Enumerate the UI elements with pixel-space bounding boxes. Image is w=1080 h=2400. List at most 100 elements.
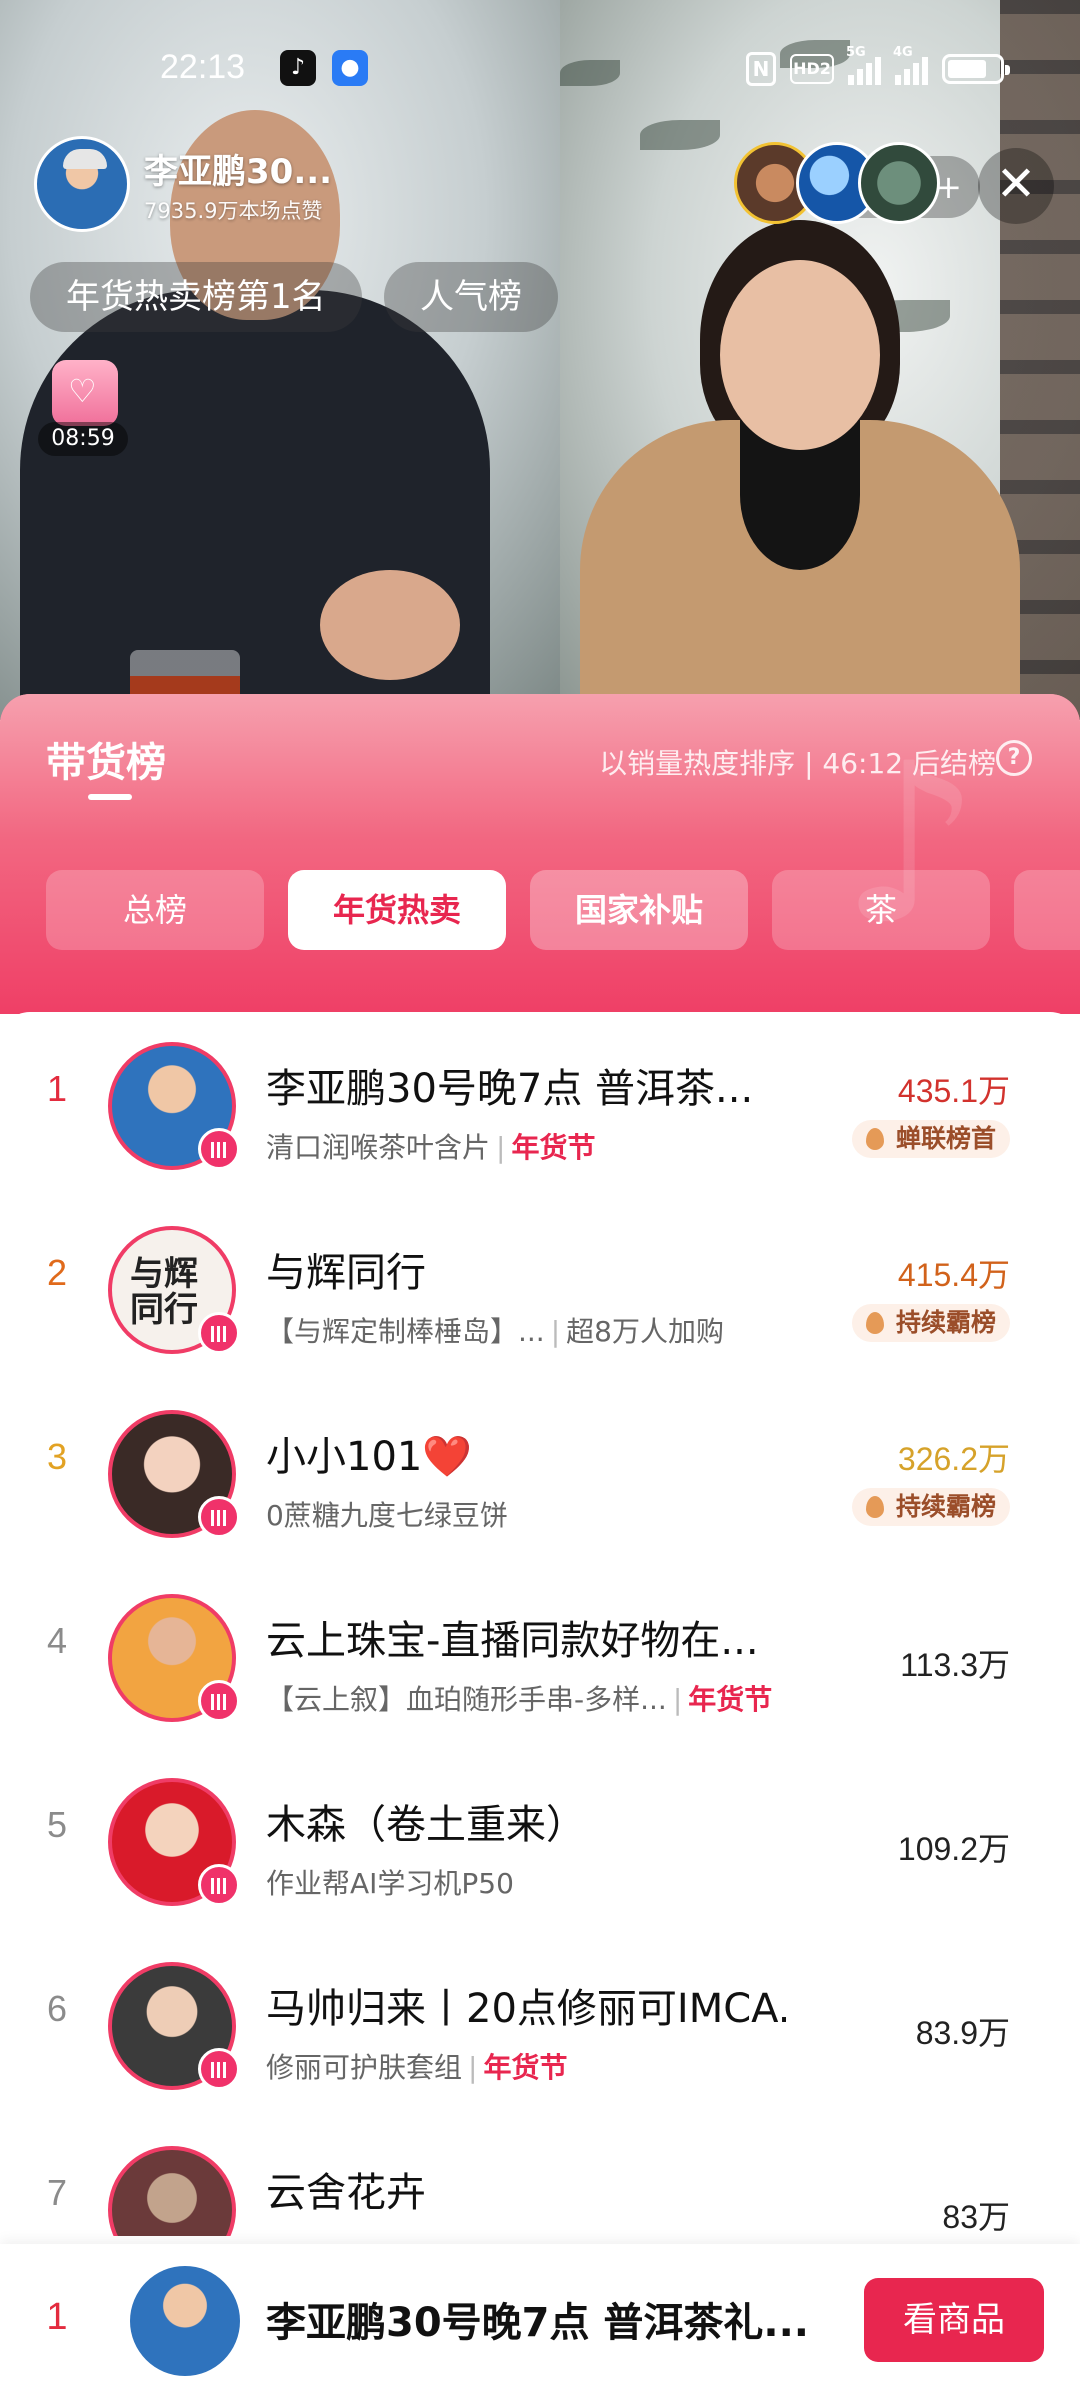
signal-5g-icon: 5G [846,45,881,85]
avatar[interactable] [108,1594,240,1722]
view-products-button[interactable]: 看商品 [864,2278,1044,2362]
avatar[interactable]: 与辉同行 [108,1226,240,1354]
product-line: 【与辉定制棒棰岛】... | 超8万人加购 [266,1315,724,1348]
avatar[interactable] [130,2266,240,2376]
rank-number: 6 [46,1988,68,2029]
tab-national-subsidy[interactable]: 国家补贴 [530,870,748,950]
cart-count: 超8万人加购 [566,1315,724,1348]
rank-badge: 持续霸榜 [851,1304,1010,1342]
live-indicator-icon [198,1864,240,1906]
avatar[interactable] [108,1042,240,1170]
festival-tag: 年货节 [483,2051,568,2084]
top-viewers[interactable] [734,142,940,224]
sales-value: 435.1万 [897,1073,1010,1109]
sales-value: 326.2万 [897,1441,1010,1477]
sales-value: 83.9万 [915,2015,1010,2051]
product-name: 清口润喉茶叶含片 [266,1131,491,1164]
ranking-list: 1 李亚鹏30号晚7点 普洱茶... 清口润喉茶叶含片 | 年货节 435.1万 蝉… [0,1012,1080,2236]
avatar[interactable] [108,1410,240,1538]
tab-more[interactable] [1014,870,1080,950]
gift-countdown: 08:59 [38,422,128,456]
sales-value: 113.3万 [900,1647,1010,1683]
gift-timer[interactable]: 08:59 [38,360,128,460]
product-line: 作业帮AI学习机P50 [266,1862,514,1902]
rank-number: 2 [46,1252,68,1293]
hd-voice-icon: HD2 [790,54,834,84]
likes-count: 7935.9万本场点赞 [144,198,323,223]
streamer-title: 云舍花卉 [266,2170,426,2216]
rank-number: 5 [46,1804,68,1845]
streamer-title: 木森（卷土重来） [266,1802,586,1848]
product-name: 【与辉定制棒棰岛】... [266,1315,545,1348]
message-app-icon: ● [332,50,368,86]
list-item[interactable]: 3 小小101❤️ 0蔗糖九度七绿豆饼 326.2万 持续霸榜 [0,1380,1080,1564]
avatar[interactable] [108,1962,240,2090]
gift-icon[interactable] [52,360,118,426]
product-line: 修丽可护肤套组 | 年货节 [266,2051,568,2084]
product-line: 0蔗糖九度七绿豆饼 [266,1494,508,1534]
rank-tag-hot-sale[interactable]: 年货热卖榜第1名 [30,262,362,332]
rank-badge: 蝉联榜首 [851,1120,1010,1158]
list-item[interactable]: 7 云舍花卉 83万 [0,2116,1080,2236]
product-name: 修丽可护肤套组 [266,2051,463,2084]
sales-value: 109.2万 [897,1831,1010,1867]
streamer-title: 小小101❤️ [266,1434,473,1480]
status-bar: 22:13 ♪ ● N HD2 5G 4G [0,40,1080,100]
signal-4g-icon: 4G [893,45,928,85]
product-line: 【云上叙】血珀随形手串-多样... | 年货节 [266,1683,773,1716]
tiktok-icon: ♪ [280,50,316,86]
live-video[interactable] [0,0,1080,720]
status-time: 22:13 [160,48,246,86]
tab-overall[interactable]: 总榜 [46,870,264,950]
live-indicator-icon [198,2048,240,2090]
list-item[interactable]: 2 与辉同行 与辉同行 【与辉定制棒棰岛】... | 超8万人加购 415.4万 持… [0,1196,1080,1380]
ranking-sheet: ♪ 带货榜 以销量热度排序 | 46:12 后结榜 ? 总榜 年货热卖 国家补贴… [0,694,1080,2400]
current-stream-bar[interactable]: 1 李亚鹏30号晚7点 普洱茶礼... 看商品 [0,2244,1080,2400]
festival-tag: 年货节 [688,1683,773,1716]
ranking-title: 带货榜 [46,740,166,786]
host-female [580,220,1020,720]
live-indicator-icon [198,1312,240,1354]
close-icon[interactable]: ✕ [978,148,1054,224]
tab-tea[interactable]: 茶 [772,870,990,950]
rank-number: 1 [46,2296,68,2338]
streamer-name: 李亚鹏30... [144,151,333,192]
streamer-avatar[interactable] [34,136,130,232]
rank-number: 4 [46,1620,68,1661]
sales-value: 415.4万 [897,1257,1010,1293]
viewer-avatar[interactable] [858,142,940,224]
live-indicator-icon [198,1680,240,1722]
streamer-profile[interactable]: 李亚鹏30... 7935.9万本场点赞 [34,136,332,232]
nfc-icon: N [746,52,776,86]
live-indicator-icon [198,1496,240,1538]
streamer-title: 与辉同行 [266,1250,426,1296]
battery-icon [942,54,1010,84]
ranking-tabs: 总榜 年货热卖 国家补贴 茶 [46,870,1080,950]
ranking-subtitle: 以销量热度排序 | 46:12 后结榜 [599,747,996,780]
current-stream-title: 李亚鹏30号晚7点 普洱茶礼... [266,2300,810,2346]
streamer-title: 李亚鹏30号晚7点 普洱茶... [266,1066,754,1112]
sales-value: 83万 [942,2199,1010,2235]
help-icon[interactable]: ? [996,740,1032,776]
list-item[interactable]: 4 云上珠宝-直播同款好物在... 【云上叙】血珀随形手串-多样... | 年货节 … [0,1564,1080,1748]
avatar[interactable] [108,2146,236,2236]
product-name: 作业帮AI学习机P50 [266,1867,514,1900]
rank-number: 3 [46,1436,68,1477]
product-name: 0蔗糖九度七绿豆饼 [266,1499,508,1532]
decor-leaf [640,120,720,150]
streamer-title: 云上珠宝-直播同款好物在... [266,1618,759,1664]
tab-new-year-hot[interactable]: 年货热卖 [288,870,506,950]
avatar[interactable] [108,1778,240,1906]
list-item[interactable]: 1 李亚鹏30号晚7点 普洱茶... 清口润喉茶叶含片 | 年货节 435.1万 蝉… [0,1012,1080,1196]
ranking-header: ♪ 带货榜 以销量热度排序 | 46:12 后结榜 ? 总榜 年货热卖 国家补贴… [0,694,1080,1014]
rank-number: 7 [46,2172,68,2213]
list-item[interactable]: 5 木森（卷土重来） 作业帮AI学习机P50 109.2万 [0,1748,1080,1932]
streamer-title: 马帅归来丨20点修丽可IMCA... [266,1986,786,2032]
rank-badge: 持续霸榜 [851,1488,1010,1526]
product-name: 【云上叙】血珀随形手串-多样... [266,1683,667,1716]
product-line: 清口润喉茶叶含片 | 年货节 [266,1131,596,1164]
live-indicator-icon [198,1128,240,1170]
title-underline [88,794,132,800]
list-item[interactable]: 6 马帅归来丨20点修丽可IMCA... 修丽可护肤套组 | 年货节 83.9万 [0,1932,1080,2116]
rank-tag-popularity[interactable]: 人气榜 [384,262,558,332]
